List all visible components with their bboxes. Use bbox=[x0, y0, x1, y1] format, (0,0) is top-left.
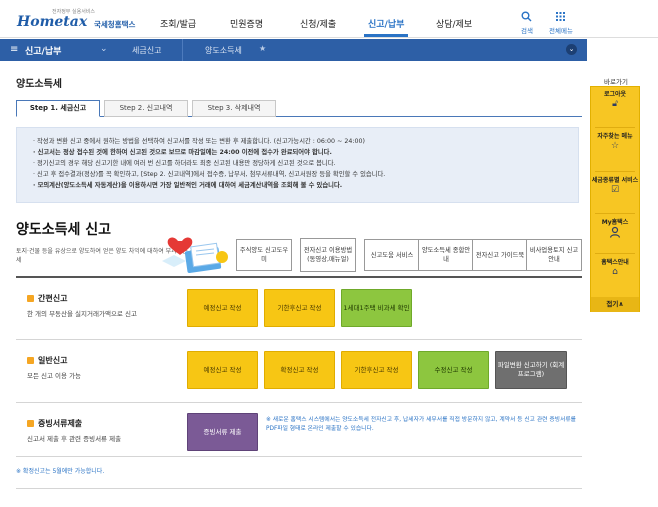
general-filing-title: 일반신고 bbox=[38, 356, 68, 365]
quick-item-logout[interactable]: 로그아웃 🔓︎ bbox=[591, 91, 639, 110]
notice-line: · 작성과 변환 신고 중에서 원하는 방법을 선택하여 신고서를 작성 또는 … bbox=[33, 138, 365, 145]
efiling-guidebook-button[interactable]: 전자신고 가이드북 bbox=[472, 239, 528, 271]
row-divider bbox=[16, 339, 582, 340]
one-house-exempt-button[interactable]: 1세대1주택 비과세 확인 bbox=[341, 289, 412, 327]
hamburger-icon[interactable]: ≡ bbox=[10, 44, 18, 55]
section-divider bbox=[16, 276, 582, 278]
quick-divider bbox=[595, 127, 635, 128]
step-tabs: Step 1. 세금신고 Step 2. 신고내역 Step 3. 삭제내역 bbox=[16, 100, 582, 117]
all-menu-button[interactable]: 전체메뉴 bbox=[549, 11, 573, 35]
tab-step2[interactable]: Step 2. 신고내역 bbox=[104, 100, 188, 117]
notice-box: · 작성과 변환 신고 중에서 원하는 방법을 선택하여 신고서를 작성 또는 … bbox=[16, 127, 579, 203]
notice-line-bold: · 신고서는 정상 접수된 것에 한하여 신고된 것으로 보므로 마감일에는 2… bbox=[33, 149, 332, 156]
logo-wordmark: Hometax bbox=[17, 14, 88, 30]
docs-submit-button[interactable]: 증빙서류 제출 bbox=[187, 413, 258, 451]
quick-item-label: 세금종류별 서비스 bbox=[591, 177, 639, 184]
quick-menu: 로그아웃 🔓︎ 자주찾는 메뉴 ☆ 세금종류별 서비스 ☑ My홈택스 홈택스안… bbox=[590, 86, 640, 312]
breadcrumb-level3[interactable]: 양도소득세 bbox=[205, 45, 242, 56]
tax-illustration bbox=[162, 237, 228, 273]
efiling-howto-button[interactable]: 전자신고 이용방법 (동영상,매뉴얼) bbox=[300, 238, 356, 272]
search-button[interactable]: 검색 bbox=[521, 11, 533, 35]
general-late-filing-button[interactable]: 기한후신고 작성 bbox=[341, 351, 412, 389]
quick-divider bbox=[595, 213, 635, 214]
chevron-down-icon[interactable]: ⌄ bbox=[100, 44, 108, 54]
quick-fold-button[interactable]: 접기∧ bbox=[591, 297, 639, 312]
docs-submit-title: 증빙서류제출 bbox=[38, 419, 83, 428]
tab-step1[interactable]: Step 1. 세금신고 bbox=[16, 100, 100, 117]
search-label: 검색 bbox=[521, 27, 533, 35]
checkbox-icon: ☑ bbox=[610, 185, 620, 195]
docs-submit-label: 증빙서류제출 신고서 제출 후 관련 증빙서류 제출 bbox=[27, 418, 121, 443]
bullet-icon bbox=[27, 295, 34, 302]
row-divider bbox=[16, 402, 582, 403]
nonbusiness-land-guide-button[interactable]: 비사업용토지 신고안내 bbox=[526, 239, 582, 271]
general-final-button[interactable]: 확정신고 작성 bbox=[264, 351, 335, 389]
nav-item-consult[interactable]: 상담/제보 bbox=[436, 17, 472, 30]
breadcrumb: ≡ 신고/납부 ⌄ 세금신고 양도소득세 ★ ⌄ bbox=[0, 39, 587, 61]
simple-filing-label: 간편신고 한 개의 부동산을 실지거래가액으로 신고 bbox=[27, 293, 137, 318]
docs-submit-desc: 신고서 제출 후 관련 증빙서류 제출 bbox=[27, 435, 122, 443]
bottom-divider bbox=[16, 488, 582, 489]
search-icon bbox=[521, 11, 533, 25]
simple-filing-desc: 한 개의 부동산을 실지거래가액으로 신고 bbox=[27, 310, 137, 318]
breadcrumb-level2[interactable]: 세금신고 bbox=[132, 45, 161, 56]
simple-preliminary-button[interactable]: 예정신고 작성 bbox=[187, 289, 258, 327]
quick-item-my-hometax[interactable]: My홈택스 bbox=[591, 219, 639, 242]
quick-divider bbox=[595, 253, 635, 254]
notice-line-bold: · 모의계산(양도소득세 자동계산)을 이용하시면 가장 일반적인 거래에 대하… bbox=[33, 182, 343, 189]
stock-transfer-helper-button[interactable]: 주식양도 신고도우미 bbox=[236, 239, 292, 271]
quick-item-label: 로그아웃 bbox=[603, 91, 627, 98]
nav-active-indicator bbox=[364, 34, 408, 37]
nav-item-report[interactable]: 신고/납부 bbox=[368, 17, 404, 30]
hometax-logo[interactable]: 전자정부 실용서비스 Hometax 국세청홈택스 bbox=[14, 8, 139, 34]
simple-late-filing-button[interactable]: 기한후신고 작성 bbox=[264, 289, 335, 327]
quick-item-favorites[interactable]: 자주찾는 메뉴 ☆ bbox=[591, 133, 639, 152]
logo-korean: 국세청홈택스 bbox=[94, 20, 136, 29]
amended-filing-button[interactable]: 수정신고 작성 bbox=[418, 351, 489, 389]
favorite-star-icon[interactable]: ★ bbox=[259, 44, 266, 53]
quick-item-label: 자주찾는 메뉴 bbox=[597, 133, 633, 140]
general-filing-label: 일반신고 모든 신고 이용 가능 bbox=[27, 355, 81, 380]
expand-down-icon[interactable]: ⌄ bbox=[566, 44, 577, 55]
home-icon: ⌂ bbox=[612, 267, 618, 277]
general-preliminary-button[interactable]: 예정신고 작성 bbox=[187, 351, 258, 389]
quick-item-tax-services[interactable]: 세금종류별 서비스 ☑ bbox=[591, 177, 639, 196]
docs-submit-note: ※ 새로운 홈택스 시스템에서는 양도소득세 전자신고 후, 납세자가 세무서를… bbox=[266, 417, 577, 432]
quick-menu-title: 바로가기 bbox=[604, 78, 628, 86]
section-title: 양도소득세 신고 bbox=[16, 222, 112, 238]
lock-icon: 🔓︎ bbox=[612, 99, 618, 109]
breadcrumb-level1[interactable]: 신고/납부 bbox=[25, 44, 61, 57]
bullet-icon bbox=[27, 420, 34, 427]
transfer-tax-guide-button[interactable]: 양도소득세 종합안내 bbox=[418, 239, 474, 271]
notice-line: · 정기신고의 경우 해당 신고기한 내에 여러 번 신고를 하더라도 최종 신… bbox=[33, 160, 336, 167]
star-icon: ☆ bbox=[610, 141, 620, 151]
nav-item-apply[interactable]: 신청/제출 bbox=[300, 17, 336, 30]
quick-item-label: My홈택스 bbox=[601, 219, 629, 226]
final-filing-note: ※ 확정신고는 5월에만 가능합니다. bbox=[16, 468, 105, 475]
nav-item-inquiry[interactable]: 조회/발급 bbox=[160, 17, 196, 30]
simple-filing-title: 간편신고 bbox=[38, 294, 68, 303]
filing-help-button[interactable]: 신고도움 서비스 bbox=[364, 239, 420, 271]
all-menu-label: 전체메뉴 bbox=[549, 27, 573, 35]
page-title: 양도소득세 bbox=[16, 79, 62, 90]
quick-item-label: 홈택스안내 bbox=[601, 259, 629, 266]
file-conversion-button[interactable]: 파일변환 신고하기 (회계 프로그램) bbox=[495, 351, 567, 389]
top-header: 전자정부 실용서비스 Hometax 국세청홈택스 조회/발급 민원증명 신청/… bbox=[0, 0, 658, 38]
row-divider bbox=[16, 456, 582, 457]
quick-item-guide[interactable]: 홈택스안내 ⌂ bbox=[591, 259, 639, 278]
user-icon bbox=[591, 226, 639, 242]
breadcrumb-divider bbox=[182, 39, 183, 61]
bullet-icon bbox=[27, 357, 34, 364]
nav-item-civil[interactable]: 민원증명 bbox=[230, 17, 263, 30]
grid-icon bbox=[549, 11, 573, 25]
notice-line: · 신고 후 접수결과(정상)를 꼭 확인하고, [Step 2. 신고내역]에… bbox=[33, 171, 386, 178]
general-filing-desc: 모든 신고 이용 가능 bbox=[27, 372, 82, 380]
quick-divider bbox=[595, 171, 635, 172]
tab-step3[interactable]: Step 3. 삭제내역 bbox=[192, 100, 276, 117]
